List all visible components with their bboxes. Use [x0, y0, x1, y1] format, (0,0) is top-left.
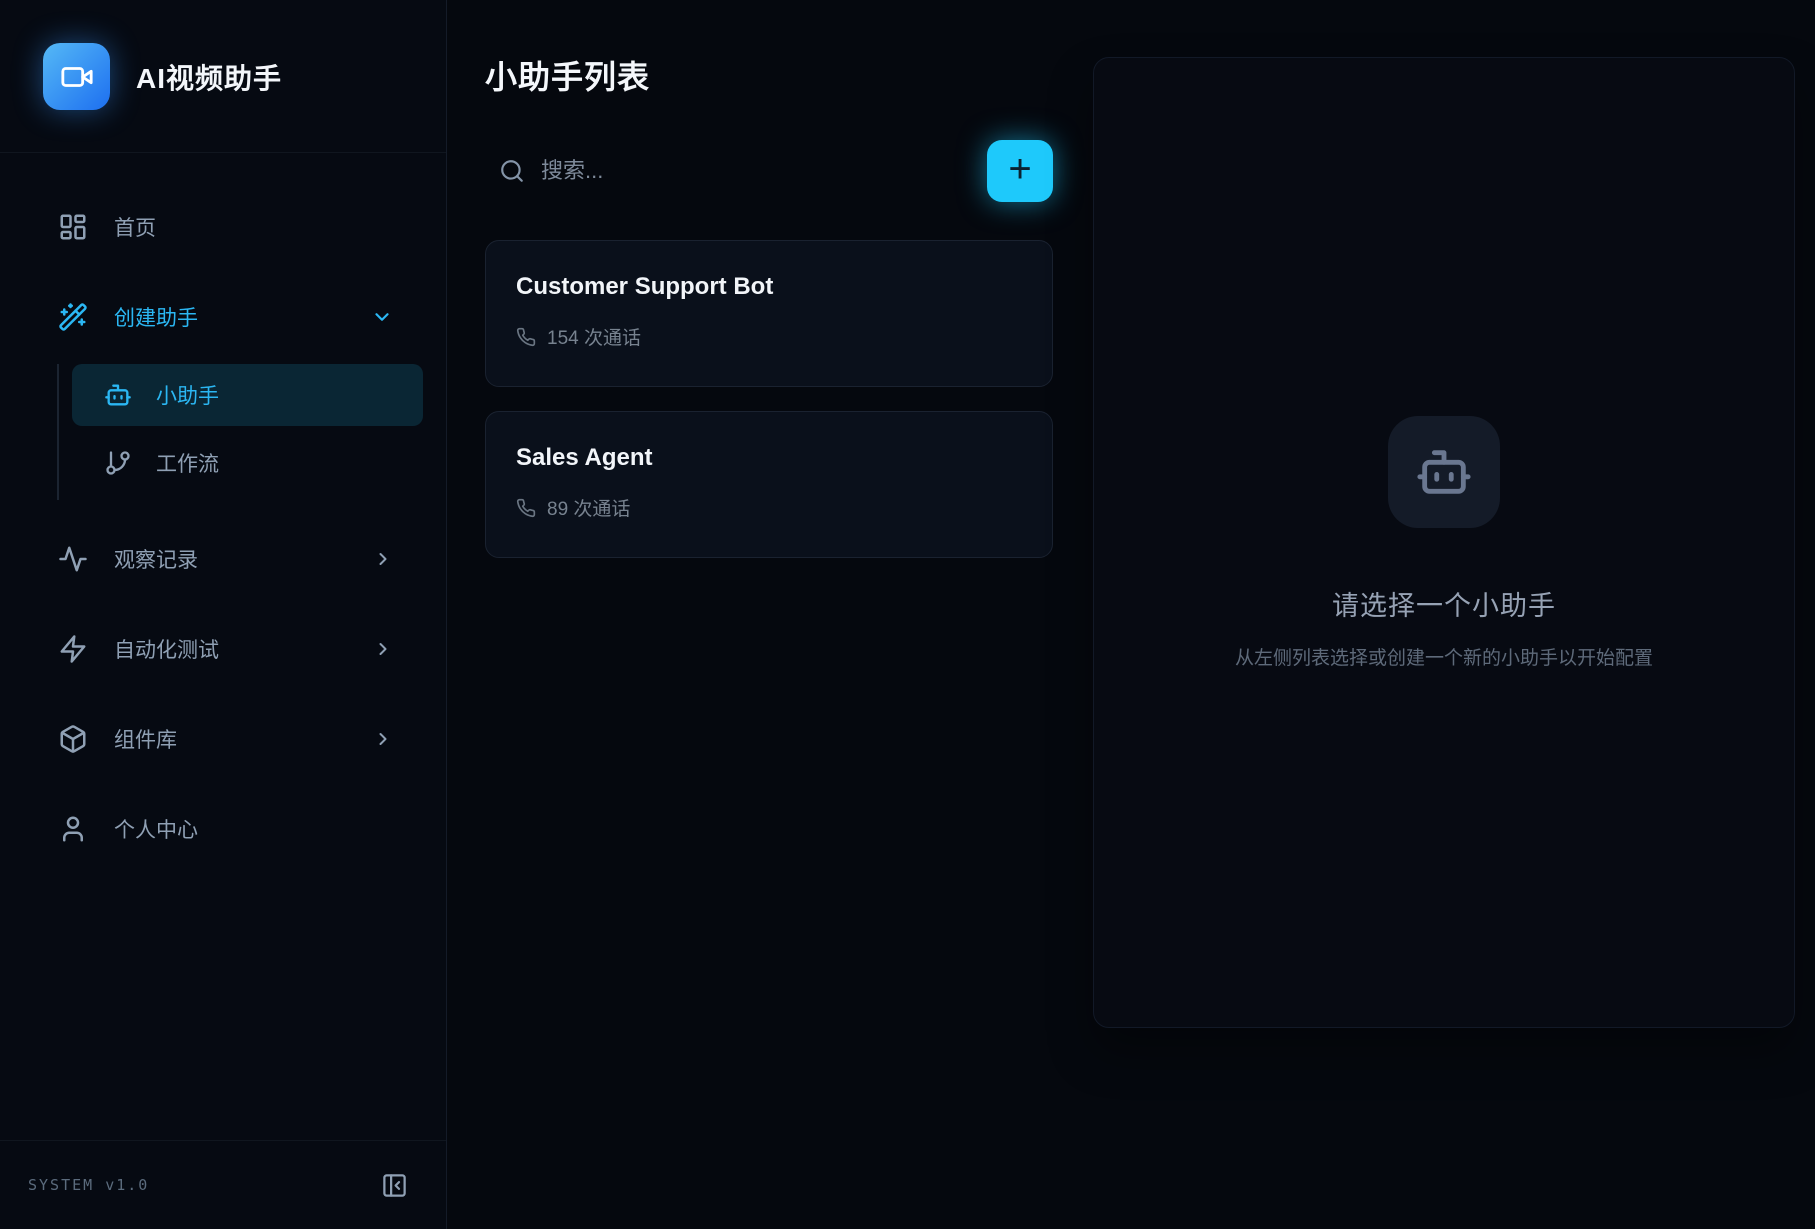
cube-icon	[58, 724, 88, 754]
dashboard-icon	[58, 212, 88, 242]
sidebar-item-label: 自动化测试	[114, 634, 219, 664]
chevron-down-icon	[371, 306, 393, 328]
sidebar-item-observation-records[interactable]: 观察记录	[24, 532, 423, 586]
sidebar-item-assistants[interactable]: 小助手	[72, 364, 423, 426]
sidebar: AI视频助手 首页 创建助手	[0, 0, 447, 1229]
assistant-list-panel: 小助手列表 + Customer Support Bot 154 次通话	[447, 0, 1093, 1229]
call-count-label: 89 次通话	[547, 494, 630, 521]
empty-state-subtitle: 从左侧列表选择或创建一个新的小助手以开始配置	[1235, 643, 1653, 670]
video-camera-icon	[60, 60, 94, 94]
sidebar-item-label: 首页	[114, 212, 156, 242]
sidebar-footer: SYSTEM v1.0	[0, 1140, 446, 1229]
sidebar-item-label: 工作流	[156, 448, 219, 478]
sidebar-item-label: 小助手	[156, 380, 219, 410]
search-input[interactable]	[541, 158, 987, 184]
sidebar-item-workflow[interactable]: 工作流	[72, 432, 423, 494]
robot-icon	[104, 381, 132, 409]
sidebar-item-automation-test[interactable]: 自动化测试	[24, 622, 423, 676]
assistant-cards: Customer Support Bot 154 次通话 Sales Agent…	[485, 240, 1053, 582]
panel-collapse-icon	[381, 1172, 408, 1199]
sidebar-item-component-library[interactable]: 组件库	[24, 712, 423, 766]
assistant-name: Customer Support Bot	[516, 273, 1022, 301]
app-title: AI视频助手	[136, 57, 282, 97]
assistant-name: Sales Agent	[516, 444, 1022, 472]
search-row: +	[485, 140, 1053, 202]
sidebar-item-profile[interactable]: 个人中心	[24, 802, 423, 856]
app-logo	[43, 43, 110, 110]
search-box	[485, 158, 987, 184]
assistant-card[interactable]: Customer Support Bot 154 次通话	[485, 240, 1053, 387]
chevron-right-icon	[373, 639, 393, 659]
sidebar-item-label: 个人中心	[114, 814, 198, 844]
magic-wand-icon	[58, 302, 88, 332]
robot-icon	[1415, 443, 1473, 501]
bot-icon-container	[1388, 416, 1500, 528]
git-branch-icon	[104, 449, 132, 477]
assistant-card[interactable]: Sales Agent 89 次通话	[485, 411, 1053, 558]
phone-icon	[516, 327, 536, 347]
sidebar-item-label: 观察记录	[114, 544, 198, 574]
assistant-call-count: 154 次通话	[516, 323, 1022, 350]
chevron-right-icon	[373, 549, 393, 569]
phone-icon	[516, 498, 536, 518]
sidebar-submenu: 小助手 工作流	[57, 364, 423, 500]
system-version: SYSTEM v1.0	[28, 1176, 149, 1194]
assistant-call-count: 89 次通话	[516, 494, 1022, 521]
activity-icon	[58, 544, 88, 574]
empty-state-title: 请选择一个小助手	[1332, 584, 1556, 623]
search-icon	[499, 158, 525, 184]
app-brand: AI视频助手	[0, 0, 446, 153]
sidebar-item-create-assistant[interactable]: 创建助手	[24, 290, 423, 344]
assistant-detail-panel: 请选择一个小助手 从左侧列表选择或创建一个新的小助手以开始配置	[1093, 57, 1795, 1028]
lightning-icon	[58, 634, 88, 664]
app-root: AI视频助手 首页 创建助手	[0, 0, 1815, 1229]
sidebar-item-label: 创建助手	[114, 302, 198, 332]
chevron-right-icon	[373, 729, 393, 749]
collapse-sidebar-button[interactable]	[381, 1172, 408, 1199]
sidebar-item-home[interactable]: 首页	[24, 200, 423, 254]
sidebar-item-label: 组件库	[114, 724, 177, 754]
sidebar-nav: 首页 创建助手 小助手	[0, 153, 446, 892]
page-title: 小助手列表	[485, 52, 1053, 98]
call-count-label: 154 次通话	[547, 323, 641, 350]
user-icon	[58, 814, 88, 844]
add-assistant-button[interactable]: +	[987, 140, 1053, 202]
